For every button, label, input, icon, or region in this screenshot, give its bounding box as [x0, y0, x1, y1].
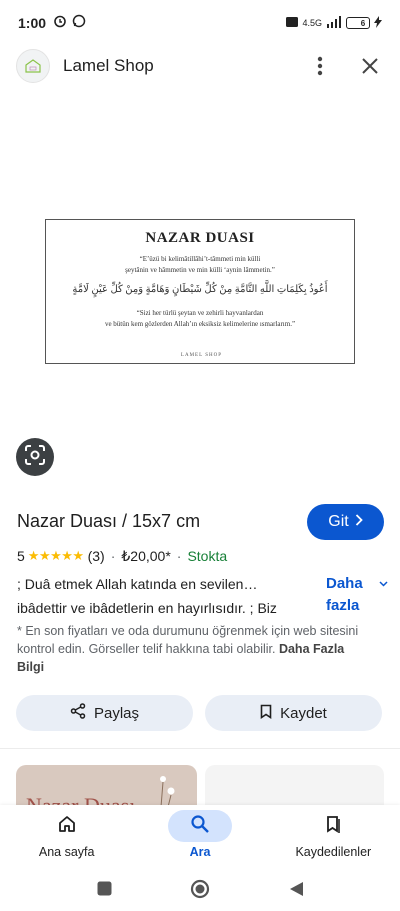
share-icon [70, 703, 86, 723]
close-icon[interactable] [356, 52, 384, 80]
square-icon [97, 881, 112, 901]
network-label: 4.5G [302, 18, 322, 28]
star-icons: ★★★★★ [27, 548, 84, 563]
bookmark-icon [260, 704, 272, 723]
card-meaning-1: “Sizi her türlü şeytan ve zehirli hayvan… [136, 309, 264, 317]
bottom-navigation: Ana sayfa Ara Kaydedilenler [0, 805, 400, 871]
search-icon [190, 814, 210, 839]
whatsapp-icon [72, 14, 86, 33]
flower-icon [160, 776, 175, 807]
chevron-down-icon [379, 573, 388, 595]
status-time: 1:00 [18, 15, 47, 31]
show-more-line-2: fazla [326, 597, 360, 614]
circle-icon [190, 879, 210, 904]
divider [0, 748, 400, 749]
related-result-card[interactable] [205, 765, 384, 809]
share-button[interactable]: Paylaş [16, 695, 193, 731]
show-more-line-1: Daha [326, 575, 363, 592]
description-line-2: ibâdettir ve ibâdetlerin en hayırlısıdır… [17, 600, 277, 616]
show-more-link[interactable]: Daha fazla [326, 573, 388, 617]
charging-icon [374, 16, 382, 30]
battery-level: 6 [360, 18, 366, 28]
rating-value: 5 [17, 548, 25, 564]
nav-search[interactable]: Ara [133, 805, 266, 871]
card-meaning-2: ve bütün kem gözlerden Allah’ın eksiksiz… [104, 320, 296, 328]
more-vert-icon[interactable] [306, 52, 334, 80]
card-brand: LAMEL SHOP [180, 353, 222, 358]
nav-saved-label: Kaydedilenler [295, 845, 372, 859]
status-bar: 1:00 4.5G 6 [0, 0, 400, 46]
product-image[interactable]: NAZAR DUASI “E’üzü bi kelimâtillâhi’t-tâ… [0, 96, 400, 486]
stock-status: Stokta [187, 548, 228, 564]
review-count: (3) [87, 548, 105, 564]
save-button[interactable]: Kaydet [205, 695, 382, 731]
price: ₺20,00* [121, 547, 171, 564]
alarm-icon [53, 14, 67, 33]
battery-icon: 6 [346, 17, 370, 29]
share-label: Paylaş [93, 704, 140, 722]
separator-dot: · [176, 548, 182, 564]
recents-button[interactable] [92, 879, 116, 903]
home-button[interactable] [188, 879, 212, 903]
shop-name: Lamel Shop [63, 56, 154, 75]
separator-dot: · [110, 548, 116, 564]
system-navigation [0, 871, 400, 911]
nav-home-label: Ana sayfa [38, 845, 95, 859]
go-label: Git [328, 513, 349, 530]
product-title: Nazar Duası / 15x7 cm [17, 511, 201, 531]
card-line-2: şeytânin ve hâmmetin ve min külli ‘aynin… [125, 266, 275, 274]
nav-home[interactable]: Ana sayfa [0, 805, 133, 871]
nav-search-label: Ara [189, 845, 211, 859]
triangle-back-icon [289, 881, 304, 902]
volte-icon [286, 17, 299, 29]
card-arabic: أَعُوذُ بِكَلِمَاتِ اللَّهِ التَّامَّةِ … [72, 284, 328, 295]
bookmarks-icon [323, 814, 343, 839]
product-description: ; Duâ etmek Allah katında en sevilen… ib… [17, 572, 317, 620]
chevron-right-icon [355, 513, 363, 531]
related-result-card[interactable]: Nazar Duası [16, 765, 197, 809]
lens-icon [24, 444, 46, 471]
description-line-1: ; Duâ etmek Allah katında en sevilen… [17, 576, 258, 592]
rating-row: 5 ★★★★★ (3) · ₺20,00* · Stokta [17, 547, 227, 565]
disclaimer: * En son fiyatları ve oda durumunu öğren… [17, 622, 367, 676]
go-button[interactable]: Git [307, 504, 384, 540]
card-line-1: “E’üzü bi kelimâtillâhi’t-tâmmeti min kü… [139, 255, 261, 263]
home-icon [57, 814, 77, 839]
shop-logo-icon [16, 49, 50, 83]
prayer-card-image: NAZAR DUASI “E’üzü bi kelimâtillâhi’t-tâ… [45, 219, 355, 364]
back-button[interactable] [284, 879, 308, 903]
save-label: Kaydet [280, 704, 327, 722]
signal-icon [326, 16, 342, 30]
card-title: NAZAR DUASI [145, 230, 255, 246]
nav-saved[interactable]: Kaydedilenler [267, 805, 400, 871]
lens-search-button[interactable] [16, 438, 54, 476]
app-header: Lamel Shop [0, 46, 400, 86]
